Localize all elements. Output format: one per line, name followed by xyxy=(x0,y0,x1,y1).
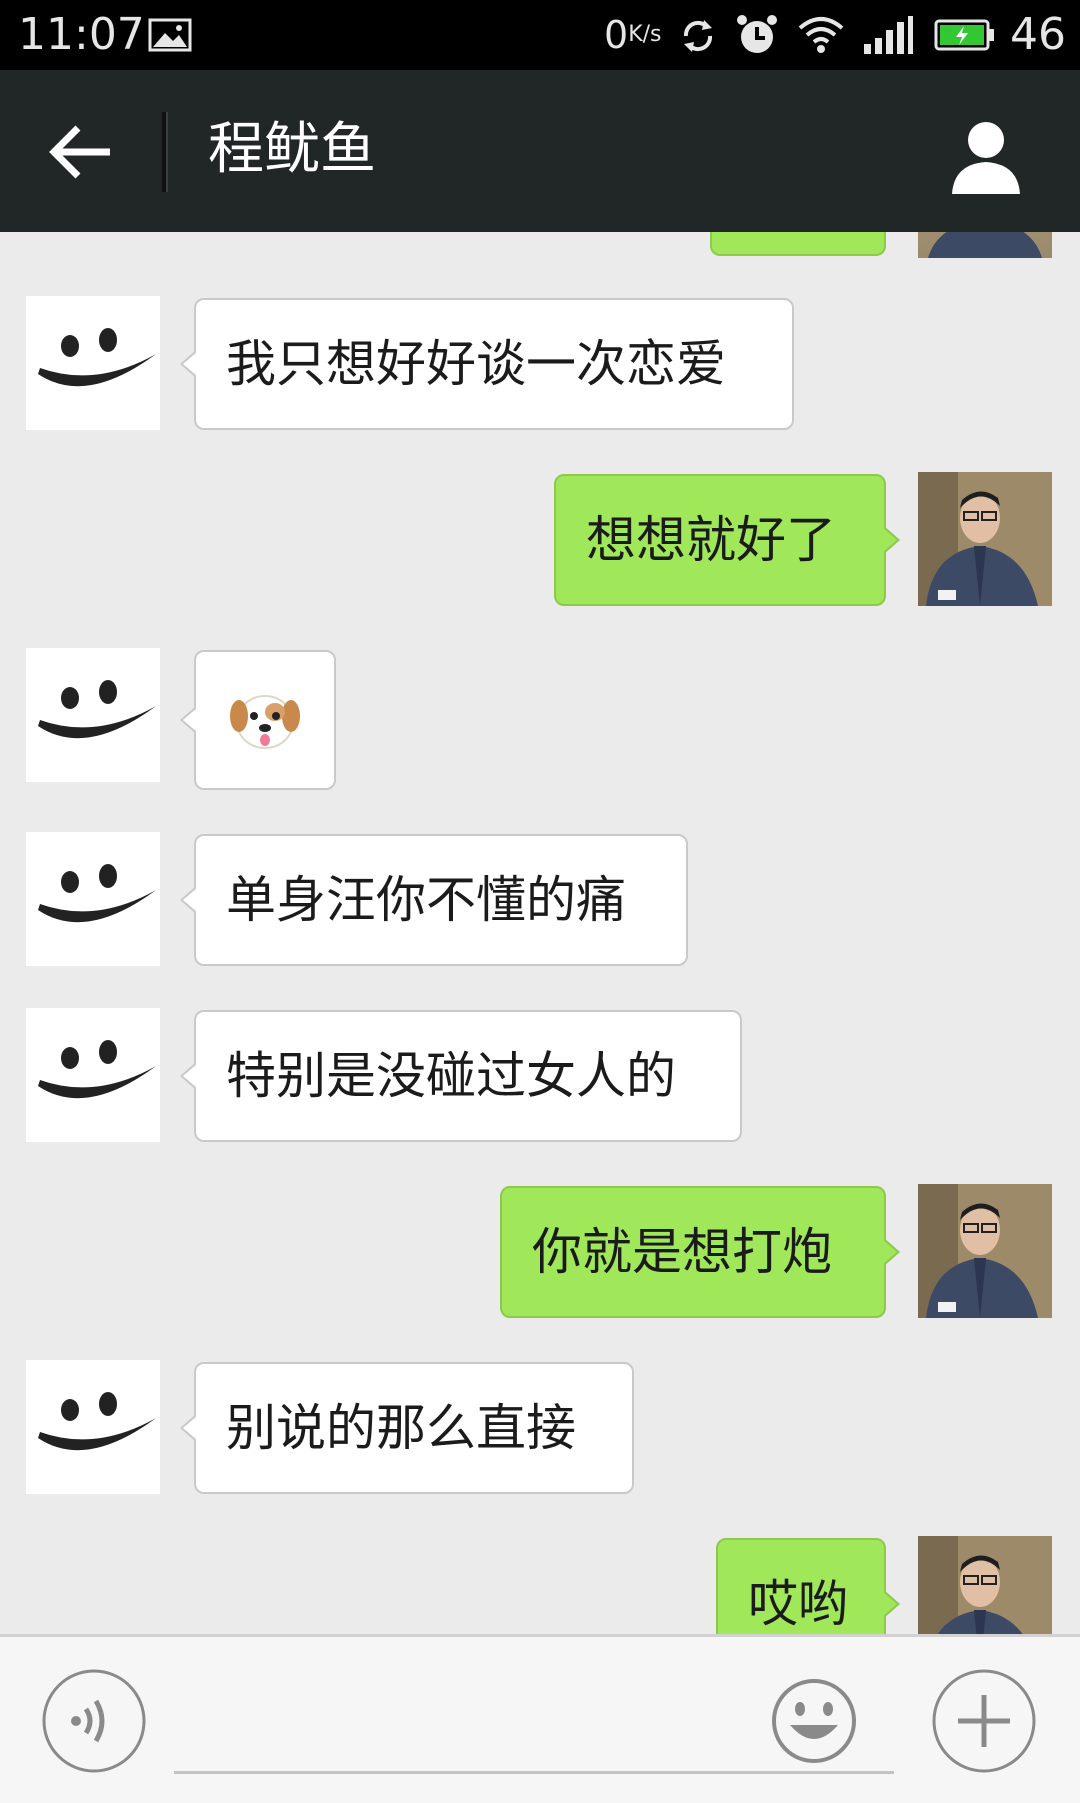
signal-icon xyxy=(864,16,913,54)
image-icon xyxy=(148,18,192,52)
status-bar: 11:07 0K/s 46 xyxy=(0,0,1080,70)
message-bubble[interactable]: 你就是想打炮 xyxy=(500,1186,900,1318)
input-bar xyxy=(0,1634,1080,1803)
message-bubble[interactable]: 特别是没碰过女人的 xyxy=(180,1010,742,1142)
alarm-icon xyxy=(737,15,777,53)
net-speed: 0K/s xyxy=(604,13,662,57)
sync-icon xyxy=(683,20,713,52)
my-avatar[interactable] xyxy=(918,472,1052,606)
friend-avatar[interactable] xyxy=(26,1360,160,1494)
friend-avatar[interactable] xyxy=(26,832,160,966)
smiley-icon[interactable] xyxy=(770,1677,858,1765)
person-photo-icon xyxy=(918,1184,1052,1318)
person-photo-icon xyxy=(918,472,1052,606)
smiley-avatar-icon xyxy=(38,680,156,739)
person-photo-icon xyxy=(918,1536,1052,1634)
message-list[interactable]: 我只想好好谈一次恋爱 想想就好了 单身汪你不懂的痛 特别是没碰过女人的 你就是想… xyxy=(0,232,1080,1634)
battery-level: 46 xyxy=(1010,9,1066,60)
smiley-avatar-icon xyxy=(38,1392,156,1451)
message-bubble[interactable]: 单身汪你不懂的痛 xyxy=(180,834,688,966)
battery-icon xyxy=(934,19,994,51)
voice-icon[interactable] xyxy=(40,1667,148,1775)
my-avatar-partial[interactable] xyxy=(918,232,1052,258)
plus-icon[interactable] xyxy=(930,1667,1038,1775)
back-arrow-icon[interactable] xyxy=(40,110,124,194)
smiley-avatar-icon xyxy=(38,1040,156,1099)
message-row: 特别是没碰过女人的 xyxy=(0,1008,1080,1144)
message-bubble[interactable]: 我只想好好谈一次恋爱 xyxy=(180,298,794,430)
my-avatar[interactable] xyxy=(918,1536,1052,1634)
contact-name: 程鱿鱼 xyxy=(208,117,376,182)
status-time: 11:07 xyxy=(18,9,145,60)
message-bubble-partial[interactable] xyxy=(710,232,886,256)
my-avatar[interactable] xyxy=(918,1184,1052,1318)
smiley-avatar-icon xyxy=(38,328,156,387)
message-row: 单身汪你不懂的痛 xyxy=(0,832,1080,968)
friend-avatar[interactable] xyxy=(26,1008,160,1142)
smiley-avatar-icon xyxy=(38,864,156,923)
message-row: 我只想好好谈一次恋爱 xyxy=(0,296,1080,432)
friend-avatar[interactable] xyxy=(26,648,160,782)
message-row: 想想就好了 xyxy=(0,472,1080,608)
message-bubble[interactable] xyxy=(180,650,336,790)
message-row xyxy=(0,232,1080,258)
message-bubble[interactable]: 想想就好了 xyxy=(554,474,900,606)
message-row xyxy=(0,648,1080,790)
message-row: 别说的那么直接 xyxy=(0,1360,1080,1496)
message-row: 你就是想打炮 xyxy=(0,1184,1080,1320)
puppy-emoji-icon xyxy=(230,695,300,749)
person-icon[interactable] xyxy=(944,114,1028,198)
message-bubble[interactable]: 别说的那么直接 xyxy=(180,1362,634,1494)
message-input[interactable] xyxy=(174,1771,894,1774)
header-divider xyxy=(162,112,168,192)
message-row: 哎哟 xyxy=(0,1536,1080,1634)
wifi-icon xyxy=(798,17,844,53)
chat-header: 程鱿鱼 xyxy=(0,70,1080,232)
message-bubble[interactable]: 哎哟 xyxy=(716,1538,900,1634)
friend-avatar[interactable] xyxy=(26,296,160,430)
